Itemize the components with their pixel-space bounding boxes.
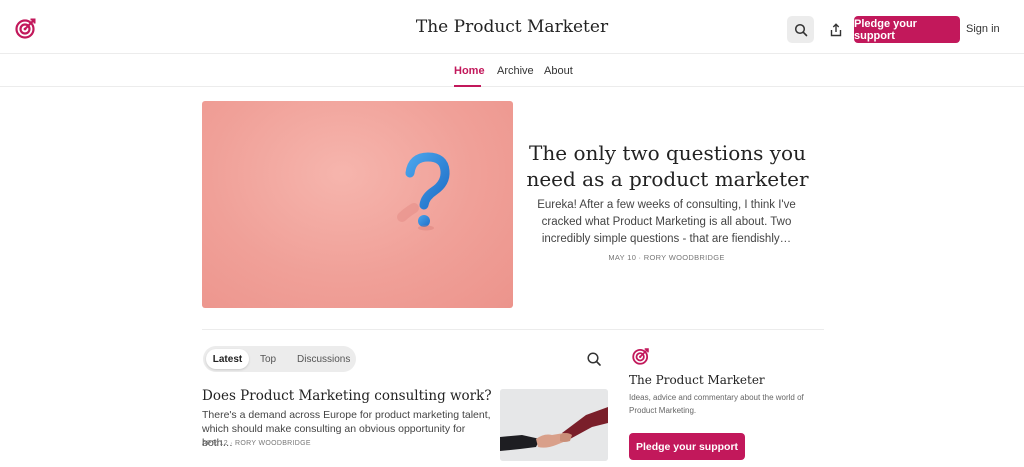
top-bar: The Product Marketer Pledge your support…	[0, 0, 1024, 54]
hero-meta: MAY 10 · RORY WOODBRIDGE	[608, 253, 725, 262]
hero-excerpt: Eureka! After a few weeks of consulting,…	[537, 199, 796, 245]
divider	[202, 329, 824, 330]
search-button[interactable]	[787, 16, 814, 43]
nav-active-indicator	[454, 85, 481, 87]
search-icon	[587, 352, 601, 366]
sidebar-title: The Product Marketer	[629, 373, 765, 387]
tab-discussions[interactable]: Discussions	[297, 354, 350, 365]
search-icon	[794, 23, 807, 36]
post-tabs: Latest Top Discussions	[203, 346, 356, 372]
main-nav: Home Archive About	[0, 54, 1024, 87]
post-title[interactable]: Does Product Marketing consulting work?	[202, 388, 492, 404]
nav-home[interactable]: Home	[454, 65, 485, 77]
hero-image[interactable]	[202, 101, 513, 308]
sidebar-pledge-button[interactable]: Pledge your support	[629, 433, 745, 460]
share-icon	[830, 22, 841, 36]
sign-in-link[interactable]: Sign in	[966, 23, 1000, 35]
tab-top[interactable]: Top	[260, 354, 276, 365]
hero-title[interactable]: The only two questions you need as a pro…	[525, 140, 810, 192]
post-meta: APR 12 · RORY WOODBRIDGE	[202, 440, 311, 447]
nav-archive[interactable]: Archive	[497, 65, 534, 77]
question-mark-icon	[397, 152, 450, 231]
sidebar-logo-target-icon	[632, 347, 650, 365]
post-search-button[interactable]	[586, 351, 602, 367]
nav-about[interactable]: About	[544, 65, 573, 77]
handshake-image	[500, 389, 608, 461]
post-thumbnail[interactable]	[500, 389, 608, 461]
tab-latest[interactable]: Latest	[206, 349, 249, 369]
sidebar-description: Ideas, advice and commentary about the w…	[629, 393, 804, 415]
pledge-support-button[interactable]: Pledge your support	[854, 16, 960, 43]
share-button[interactable]	[822, 16, 849, 43]
